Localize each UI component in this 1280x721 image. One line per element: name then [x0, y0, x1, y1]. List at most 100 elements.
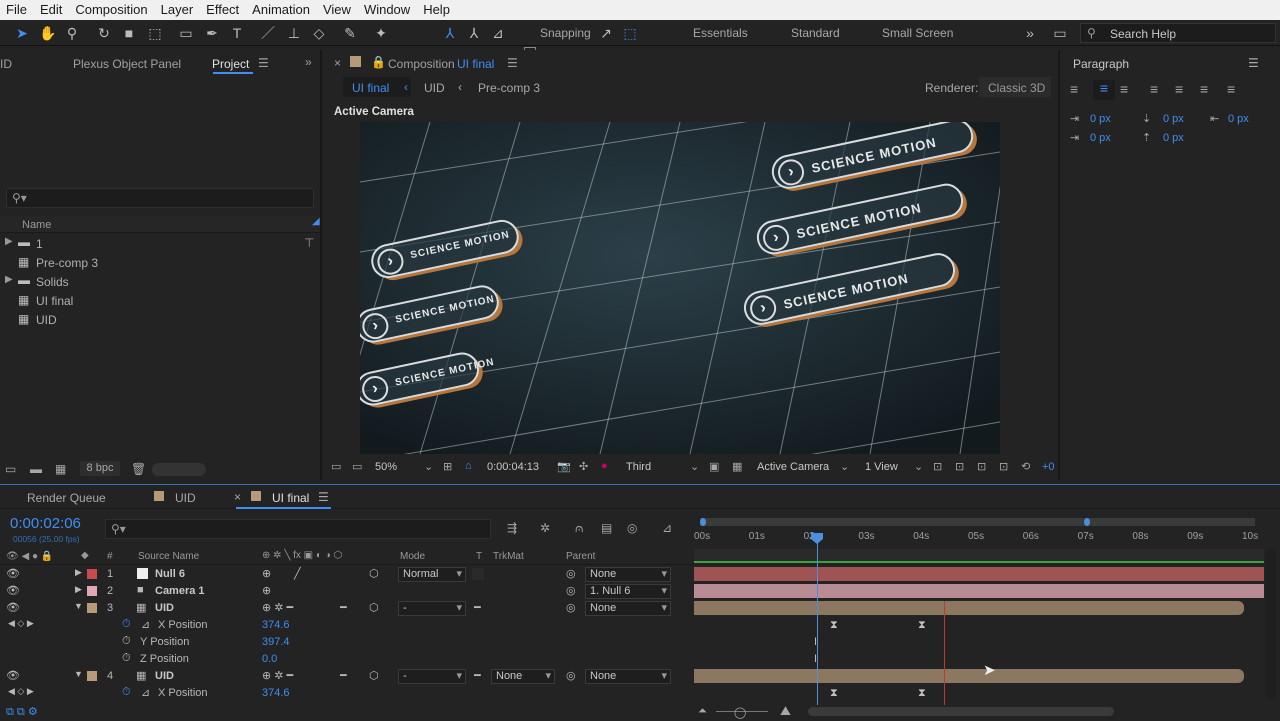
- breadcrumb-precomp-3[interactable]: Pre-comp 3: [478, 81, 540, 95]
- space-after-field[interactable]: 0 px: [1163, 132, 1184, 144]
- expand-arrow-icon[interactable]: ▶: [5, 236, 13, 247]
- layer-bar-uid-3[interactable]: [694, 601, 1244, 615]
- snapshot-icon[interactable]: 📷: [557, 460, 571, 473]
- justify-all-icon[interactable]: ≡: [1227, 81, 1235, 97]
- layer-name[interactable]: UID: [155, 670, 174, 682]
- layer-bar-uid-4[interactable]: [694, 669, 1244, 683]
- preserve-transparency-toggle[interactable]: ━: [474, 601, 481, 614]
- panel-menu-icon[interactable]: ☰: [318, 490, 329, 504]
- motion-blur-icon[interactable]: ◎: [627, 521, 637, 535]
- draft-3d-icon[interactable]: ✲: [540, 521, 550, 535]
- always-preview-icon[interactable]: ▭: [331, 460, 341, 473]
- graph-icon[interactable]: ⊿: [141, 618, 150, 631]
- roto-brush-icon[interactable]: ✎: [340, 23, 360, 43]
- hand-tool-icon[interactable]: ✋: [38, 23, 58, 43]
- transparency-grid-icon[interactable]: ▦: [732, 460, 742, 473]
- toggle-pixel-aspect-icon[interactable]: ⊡: [933, 460, 942, 473]
- pickwhip-icon[interactable]: ◎: [566, 601, 576, 614]
- timeline-search-input[interactable]: ⚲▾: [105, 519, 491, 539]
- preserve-transparency-toggle[interactable]: [472, 568, 484, 580]
- layer-name[interactable]: Null 6: [155, 568, 185, 580]
- sync-settings-icon[interactable]: ▭: [1050, 23, 1070, 43]
- align-center-icon[interactable]: ≡: [1093, 80, 1115, 100]
- align-right-icon[interactable]: ≡: [1120, 81, 1128, 97]
- views-dropdown[interactable]: 1 View ⌄: [860, 458, 928, 476]
- selection-tool-icon[interactable]: ➤: [12, 23, 32, 43]
- composition-tab-prefix[interactable]: Composition: [388, 57, 455, 71]
- layer-label-color[interactable]: [87, 569, 97, 579]
- search-help-field[interactable]: ⚲ Search Help: [1080, 23, 1276, 43]
- breadcrumb-uid[interactable]: UID: [424, 81, 445, 95]
- timeline-current-time[interactable]: 0:00:02:06: [10, 515, 81, 532]
- new-comp-icon[interactable]: ▦: [55, 462, 66, 476]
- expand-arrow-icon[interactable]: ▶: [75, 567, 82, 578]
- expand-icon[interactable]: ⬚: [620, 23, 640, 43]
- zoom-slider-handle[interactable]: ◯: [734, 706, 746, 719]
- color-channels-icon[interactable]: ●: [601, 460, 608, 472]
- breadcrumb-ui-final[interactable]: UI final: [352, 81, 389, 95]
- project-item[interactable]: ▦ UI final: [0, 291, 302, 310]
- menu-layer[interactable]: Layer: [155, 0, 201, 20]
- tab-uid[interactable]: UID: [175, 491, 196, 505]
- layer-bar-camera-1[interactable]: [694, 584, 1264, 598]
- view-axis-icon[interactable]: ⊿: [488, 23, 508, 43]
- fast-previews-icon[interactable]: ⊡: [955, 460, 964, 473]
- flowchart-icon[interactable]: ⊤: [304, 236, 314, 250]
- tab-project[interactable]: Project: [212, 57, 249, 71]
- quality-switch-icon[interactable]: ╱: [294, 567, 301, 580]
- bpc-button[interactable]: 8 bpc: [80, 461, 120, 476]
- camera-view-dropdown[interactable]: Active Camera ⌄: [750, 458, 850, 476]
- workspace-standard[interactable]: Standard: [791, 26, 840, 40]
- keyframe-navigator-icon[interactable]: ◀ ◇ ▶: [8, 686, 34, 697]
- layer-parent-dropdown[interactable]: None: [585, 567, 671, 582]
- layer-label-color[interactable]: [87, 586, 97, 596]
- column-mode[interactable]: Mode: [400, 551, 425, 562]
- menu-view[interactable]: View: [317, 0, 358, 20]
- property-row[interactable]: ⏱ Y Position 397.4: [0, 634, 694, 651]
- tab-ui-final[interactable]: UI final: [272, 491, 309, 505]
- project-item[interactable]: ▶ ▬ 1: [0, 234, 302, 253]
- layer-name[interactable]: UID: [155, 602, 174, 614]
- indent-left-field[interactable]: 0 px: [1090, 113, 1111, 125]
- work-area-end-handle[interactable]: [1084, 518, 1090, 526]
- camera-tool-icon[interactable]: ■: [119, 23, 139, 43]
- menu-composition[interactable]: Composition: [69, 0, 154, 20]
- property-row[interactable]: ◀ ◇ ▶ ⏱ ⊿ X Position 374.6: [0, 617, 694, 634]
- collapse-arrow-icon[interactable]: ▼: [74, 669, 83, 679]
- keyframe-icon[interactable]: ⧗: [830, 687, 838, 700]
- trash-icon[interactable]: 🗑: [131, 462, 146, 476]
- zoom-in-icon[interactable]: ⛰: [780, 703, 791, 719]
- layer-bar-null-6[interactable]: [694, 567, 1264, 581]
- pickwhip-icon[interactable]: ◎: [566, 567, 576, 580]
- rectangle-tool-icon[interactable]: ▭: [176, 23, 196, 43]
- layer-row[interactable]: 👁 ▼ 3 ▦ UID ⊕ ✲ ━ ━ ⬡ - ━ ◎ None: [0, 600, 694, 617]
- collapse-arrow-icon[interactable]: ▼: [74, 601, 83, 611]
- clone-stamp-icon[interactable]: ⊥: [284, 23, 304, 43]
- layer-trkmat-dropdown[interactable]: None: [491, 669, 555, 684]
- tab-plexus-object-panel[interactable]: Plexus Object Panel: [73, 57, 181, 71]
- zoom-tool-icon[interactable]: ⚲: [62, 23, 82, 43]
- composition-tab-name[interactable]: UI final: [457, 57, 494, 71]
- 3d-layer-icon[interactable]: ⬡: [369, 669, 379, 682]
- new-folder-icon[interactable]: ▬: [30, 462, 42, 476]
- column-trkmat[interactable]: TrkMat: [493, 551, 524, 562]
- motion-blur-switch-icon[interactable]: ━: [340, 601, 347, 614]
- keyframe-icon[interactable]: ⧗: [830, 619, 838, 632]
- zoom-out-icon[interactable]: ⏶: [698, 705, 707, 718]
- menu-edit[interactable]: Edit: [34, 0, 69, 20]
- layer-row[interactable]: 👁 ▶ 1 Null 6 ⊕ ╱ ⬡ Normal ◎ None: [0, 566, 694, 583]
- layer-mode-dropdown[interactable]: Normal: [398, 567, 466, 582]
- work-area-bar[interactable]: [700, 518, 1255, 526]
- frame-blending-icon[interactable]: ▤: [601, 521, 612, 535]
- layer-switches-icon[interactable]: ⧉ ⧉ ⚙: [6, 705, 38, 719]
- keyframe-icon[interactable]: ⧗: [918, 687, 926, 700]
- menu-window[interactable]: Window: [358, 0, 417, 20]
- project-item[interactable]: ▦ UID: [0, 310, 302, 329]
- mask-visibility-icon[interactable]: ⌂: [465, 460, 472, 472]
- eye-icon[interactable]: 👁: [6, 584, 20, 597]
- snap-icon[interactable]: ↗: [596, 23, 616, 43]
- graph-icon[interactable]: ⊿: [141, 686, 150, 699]
- motion-blur-switch-icon[interactable]: ━: [340, 669, 347, 682]
- column-parent[interactable]: Parent: [566, 551, 595, 562]
- project-item[interactable]: ▶ ▬ Solids: [0, 272, 302, 291]
